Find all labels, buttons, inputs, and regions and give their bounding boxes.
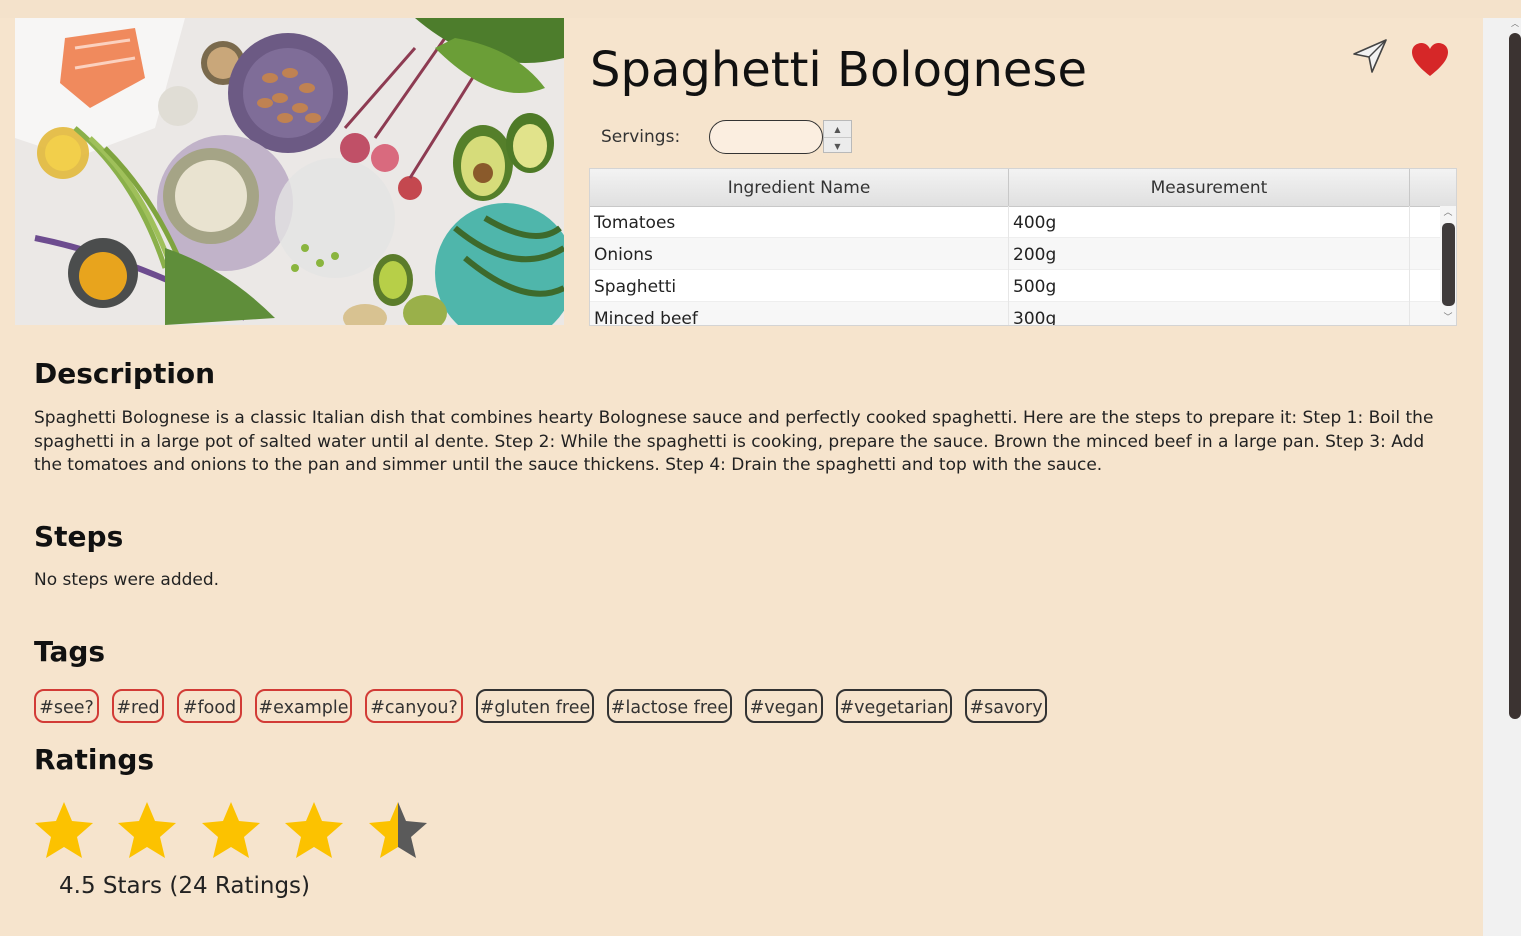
tag-chip[interactable]: #red xyxy=(112,689,164,723)
ingredient-name-cell: Spaghetti xyxy=(590,270,1009,302)
column-header-measurement[interactable]: Measurement xyxy=(1009,169,1410,206)
steps-empty-text: No steps were added. xyxy=(34,570,220,590)
measurement-cell: 400g xyxy=(1009,206,1410,238)
measurement-cell: 300g xyxy=(1009,302,1410,325)
tags-heading: Tags xyxy=(34,635,106,668)
ingredient-name-cell: Tomatoes xyxy=(590,206,1009,238)
star-icon[interactable] xyxy=(33,800,95,860)
send-button[interactable] xyxy=(1350,36,1390,76)
steps-heading: Steps xyxy=(34,520,124,553)
tag-chip[interactable]: #vegetarian xyxy=(836,689,952,723)
half-star-icon[interactable] xyxy=(367,800,429,860)
column-header-ingredient[interactable]: Ingredient Name xyxy=(590,169,1009,206)
table-header: Ingredient Name Measurement xyxy=(590,169,1456,207)
paper-plane-icon xyxy=(1353,39,1387,73)
ingredients-table: Ingredient Name Measurement Tomatoes 400… xyxy=(589,168,1457,326)
increment-icon[interactable]: ▲ xyxy=(824,121,851,138)
tag-chip[interactable]: #gluten free xyxy=(476,689,594,723)
servings-input[interactable] xyxy=(709,120,823,154)
favorite-button[interactable] xyxy=(1410,42,1450,78)
description-text: Spaghetti Bolognese is a classic Italian… xyxy=(34,408,1434,475)
star-icon[interactable] xyxy=(200,800,262,860)
rating-summary: 4.5 Stars (24 Ratings) xyxy=(59,873,311,899)
heart-icon xyxy=(1412,43,1448,76)
page-scrollbar[interactable]: ︿ xyxy=(1483,18,1521,936)
tag-chip[interactable]: #see? xyxy=(34,689,99,723)
table-scrollbar[interactable]: ︿ ﹀ xyxy=(1440,206,1456,325)
measurement-cell: 500g xyxy=(1009,270,1410,302)
table-row[interactable]: Minced beef 300g xyxy=(590,302,1440,325)
scrollbar-thumb[interactable] xyxy=(1442,223,1455,306)
servings-label: Servings: xyxy=(601,127,681,147)
top-strip xyxy=(0,0,1521,18)
recipe-title: Spaghetti Bolognese xyxy=(590,42,1087,98)
tag-chip[interactable]: #savory xyxy=(965,689,1047,723)
description-heading: Description xyxy=(34,357,216,390)
scroll-down-icon[interactable]: ﹀ xyxy=(1440,311,1456,325)
scroll-up-icon[interactable]: ︿ xyxy=(1509,18,1521,30)
table-row[interactable]: Spaghetti 500g xyxy=(590,270,1440,302)
column-header-filler xyxy=(1410,169,1456,206)
ratings-heading: Ratings xyxy=(34,743,155,776)
ingredient-name-cell: Minced beef xyxy=(590,302,1009,325)
tag-chip[interactable]: #vegan xyxy=(745,689,823,723)
tag-chip[interactable]: #example xyxy=(255,689,352,723)
ingredient-name-cell: Onions xyxy=(590,238,1009,270)
table-row[interactable]: Tomatoes 400g xyxy=(590,206,1440,238)
scrollbar-thumb[interactable] xyxy=(1509,33,1521,719)
measurement-cell: 200g xyxy=(1009,238,1410,270)
table-row[interactable]: Onions 200g xyxy=(590,238,1440,270)
servings-stepper[interactable]: ▲ ▼ xyxy=(823,120,852,153)
tag-chip[interactable]: #food xyxy=(177,689,242,723)
star-icon[interactable] xyxy=(116,800,178,860)
scroll-up-icon[interactable]: ︿ xyxy=(1440,206,1456,220)
recipe-photo xyxy=(15,18,564,325)
decrement-icon[interactable]: ▼ xyxy=(824,138,851,154)
star-icon[interactable] xyxy=(283,800,345,860)
tag-chip[interactable]: #canyou? xyxy=(365,689,463,723)
tag-chip[interactable]: #lactose free xyxy=(607,689,732,723)
